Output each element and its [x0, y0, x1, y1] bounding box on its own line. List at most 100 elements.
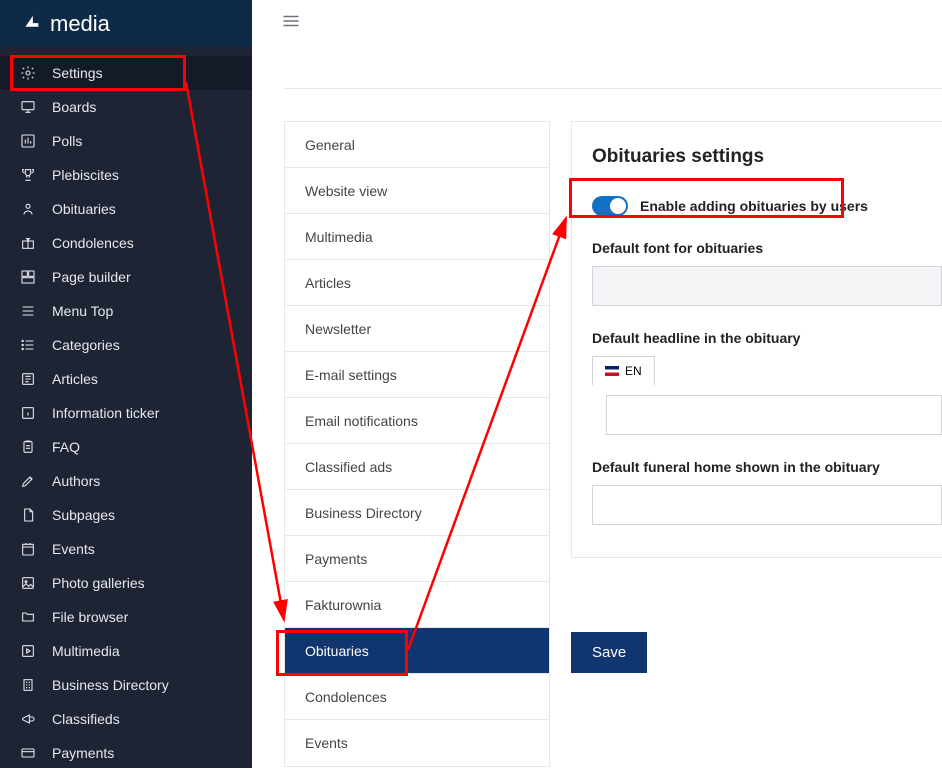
flag-uk-icon — [605, 366, 619, 376]
default-headline-input[interactable] — [606, 395, 942, 435]
divider — [284, 88, 942, 89]
default-font-block: Default font for obituaries — [592, 240, 942, 306]
chart-icon — [20, 133, 36, 149]
sidebar-item-label: Payments — [52, 745, 114, 761]
sidebar-item-categories[interactable]: Categories — [0, 328, 252, 362]
sidebar-item-boards[interactable]: Boards — [0, 90, 252, 124]
sidebar-item-label: Boards — [52, 99, 96, 115]
image-icon — [20, 575, 36, 591]
submenu-item-website-view[interactable]: Website view — [285, 168, 549, 214]
newspaper-icon — [20, 371, 36, 387]
settings-submenu: General Website view Multimedia Articles… — [284, 121, 550, 767]
submenu-item-label: E-mail settings — [305, 367, 397, 383]
tab-en[interactable]: EN — [592, 356, 655, 385]
sidebar-item-articles[interactable]: Articles — [0, 362, 252, 396]
submenu-item-label: Newsletter — [305, 321, 371, 337]
sidebar-item-page-builder[interactable]: Page builder — [0, 260, 252, 294]
sidebar-item-business-directory[interactable]: Business Directory — [0, 668, 252, 702]
submenu-item-label: General — [305, 137, 355, 153]
default-funeral-select[interactable] — [592, 485, 942, 525]
submenu-item-articles[interactable]: Articles — [285, 260, 549, 306]
brand-logo-icon — [20, 13, 42, 35]
language-tabs: EN — [592, 356, 942, 385]
submenu-item-events[interactable]: Events — [285, 720, 549, 766]
person-icon — [20, 201, 36, 217]
info-icon — [20, 405, 36, 421]
sidebar-item-events[interactable]: Events — [0, 532, 252, 566]
sidebar-item-polls[interactable]: Polls — [0, 124, 252, 158]
sidebar-item-label: Photo galleries — [52, 575, 145, 591]
submenu-item-label: Obituaries — [305, 643, 369, 659]
sidebar: media Settings Boards Polls Plebiscites … — [0, 0, 252, 768]
file-icon — [20, 507, 36, 523]
submenu-item-label: Email notifications — [305, 413, 418, 429]
save-button-label: Save — [592, 644, 626, 661]
brand: media — [0, 0, 252, 47]
enable-obituaries-toggle[interactable] — [592, 196, 628, 216]
sidebar-item-authors[interactable]: Authors — [0, 464, 252, 498]
settings-panel: Obituaries settings Enable adding obitua… — [571, 121, 942, 558]
submenu-item-newsletter[interactable]: Newsletter — [285, 306, 549, 352]
sidebar-item-obituaries[interactable]: Obituaries — [0, 192, 252, 226]
default-headline-label: Default headline in the obituary — [592, 330, 942, 346]
sidebar-items: Settings Boards Polls Plebiscites Obitua… — [0, 47, 252, 770]
submenu-item-business-directory[interactable]: Business Directory — [285, 490, 549, 536]
sidebar-item-faq[interactable]: FAQ — [0, 430, 252, 464]
list-icon — [20, 337, 36, 353]
submenu-item-fakturownia[interactable]: Fakturownia — [285, 582, 549, 628]
submenu-item-email-notifications[interactable]: Email notifications — [285, 398, 549, 444]
sidebar-item-info-ticker[interactable]: Information ticker — [0, 396, 252, 430]
submenu-item-obituaries[interactable]: Obituaries — [285, 628, 549, 674]
submenu-item-label: Condolences — [305, 689, 387, 705]
clipboard-icon — [20, 439, 36, 455]
sidebar-item-label: File browser — [52, 609, 128, 625]
sidebar-item-photo-galleries[interactable]: Photo galleries — [0, 566, 252, 600]
submenu-item-payments[interactable]: Payments — [285, 536, 549, 582]
sidebar-item-settings[interactable]: Settings — [0, 56, 252, 90]
default-headline-block: Default headline in the obituary EN — [592, 330, 942, 435]
sidebar-item-label: Authors — [52, 473, 100, 489]
submenu-item-label: Website view — [305, 183, 387, 199]
sidebar-item-classifieds[interactable]: Classifieds — [0, 702, 252, 736]
sidebar-item-label: Information ticker — [52, 405, 159, 421]
sidebar-item-label: FAQ — [52, 439, 80, 455]
music-icon — [20, 643, 36, 659]
sidebar-item-menu-top[interactable]: Menu Top — [0, 294, 252, 328]
sidebar-item-label: Multimedia — [52, 643, 120, 659]
panel-title: Obituaries settings — [592, 146, 942, 168]
sidebar-item-condolences[interactable]: Condolences — [0, 226, 252, 260]
calendar-icon — [20, 541, 36, 557]
enable-obituaries-row: Enable adding obituaries by users — [592, 196, 942, 216]
default-font-select[interactable] — [592, 266, 942, 306]
submenu-item-condolences[interactable]: Condolences — [285, 674, 549, 720]
sidebar-item-payments[interactable]: Payments — [0, 736, 252, 770]
building-icon — [20, 677, 36, 693]
submenu-item-label: Business Directory — [305, 505, 422, 521]
sidebar-item-label: Plebiscites — [52, 167, 119, 183]
sidebar-item-label: Condolences — [52, 235, 134, 251]
sidebar-item-label: Menu Top — [52, 303, 113, 319]
submenu-item-label: Fakturownia — [305, 597, 381, 613]
submenu-item-multimedia[interactable]: Multimedia — [285, 214, 549, 260]
default-font-label: Default font for obituaries — [592, 240, 942, 256]
card-icon — [20, 745, 36, 761]
save-button[interactable]: Save — [571, 632, 647, 673]
monitor-icon — [20, 99, 36, 115]
layout-icon — [20, 269, 36, 285]
topbar — [252, 0, 942, 47]
default-funeral-label: Default funeral home shown in the obitua… — [592, 459, 942, 475]
sidebar-item-file-browser[interactable]: File browser — [0, 600, 252, 634]
sidebar-item-subpages[interactable]: Subpages — [0, 498, 252, 532]
sidebar-item-label: Classifieds — [52, 711, 120, 727]
sidebar-item-plebiscites[interactable]: Plebiscites — [0, 158, 252, 192]
submenu-item-label: Articles — [305, 275, 351, 291]
submenu-item-general[interactable]: General — [285, 122, 549, 168]
sidebar-item-multimedia[interactable]: Multimedia — [0, 634, 252, 668]
submenu-item-email-settings[interactable]: E-mail settings — [285, 352, 549, 398]
tab-en-label: EN — [625, 364, 642, 378]
sidebar-item-label: Obituaries — [52, 201, 116, 217]
pen-icon — [20, 473, 36, 489]
submenu-item-classified-ads[interactable]: Classified ads — [285, 444, 549, 490]
sidebar-toggle-button[interactable] — [282, 14, 300, 33]
submenu-item-label: Events — [305, 735, 348, 751]
